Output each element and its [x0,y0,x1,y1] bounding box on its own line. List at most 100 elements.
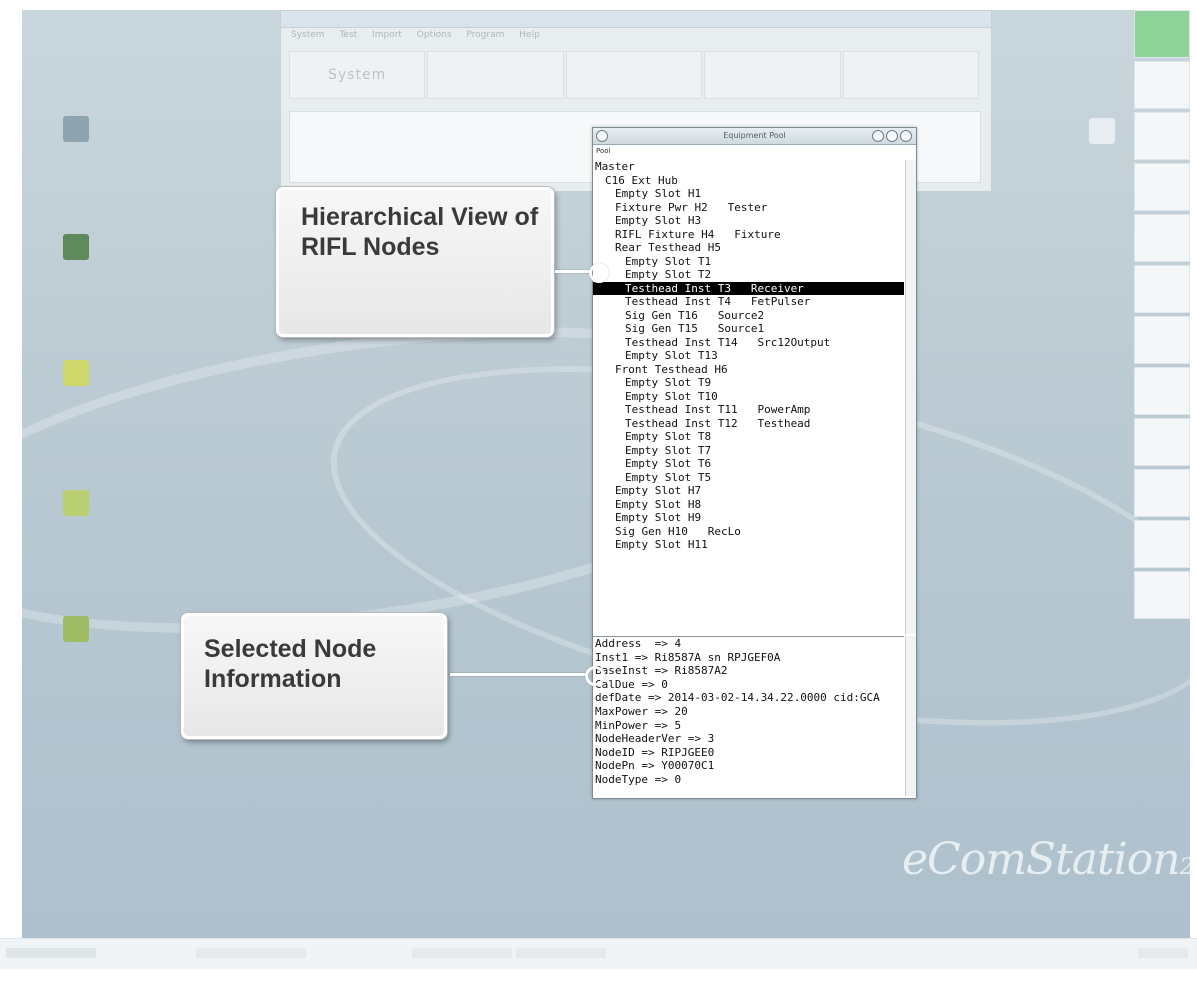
tree-node[interactable]: Empty Slot T8 [593,430,904,444]
tree-node[interactable]: Master [593,160,904,174]
tree-node[interactable]: Empty Slot T6 [593,457,904,471]
menu-options[interactable]: Options [417,30,452,40]
tree-node[interactable]: Sig Gen H10 RecLo [593,525,904,539]
callout-hierarchy-text: Hierarchical View of RIFL Nodes [301,203,539,261]
tree-node[interactable]: Front Testhead H6 [593,363,904,377]
side-button[interactable] [1134,418,1190,466]
tree-scrollbar[interactable] [905,160,916,634]
maximize-icon[interactable] [886,130,898,142]
info-row: CalDue => 0 [595,677,668,691]
tree-node[interactable]: Empty Slot T7 [593,444,904,458]
info-row: NodeHeaderVer => 3 [595,732,715,746]
tree-node[interactable]: Testhead Inst T14 Src12Output [593,336,904,350]
tree-node-selected[interactable]: Testhead Inst T3 Receiver [593,281,904,295]
screenshot-frame: System Test Import Options Program Help … [0,0,1197,998]
side-button[interactable] [1134,520,1190,568]
side-button[interactable] [1134,367,1190,415]
callout-selected: Selected Node Information [181,613,447,739]
tree-node[interactable]: Empty Slot H7 [593,484,904,498]
pool-menu[interactable]: Pool [593,145,916,158]
tree-node[interactable]: Empty Slot H9 [593,511,904,525]
tree-node[interactable]: Empty Slot T1 [593,255,904,269]
menu-help[interactable]: Help [519,30,540,40]
desktop-icon[interactable] [46,116,106,146]
tree-node[interactable]: RIFL Fixture H4 Fixture [593,228,904,242]
package-icon [63,490,89,516]
side-button[interactable] [1134,112,1190,160]
tree-node[interactable]: Empty Slot T13 [593,349,904,363]
brand-watermark: eComStation2 [902,834,1190,885]
tile[interactable] [565,51,703,99]
tree-node[interactable]: Testhead Inst T11 PowerAmp [593,403,904,417]
tile-row: System [289,51,980,99]
computer-icon [63,116,89,142]
taskbar [0,938,1197,969]
clock [1138,948,1188,958]
equipment-pool-titlebar[interactable]: Equipment Pool [593,128,916,145]
info-scrollbar[interactable] [905,636,916,796]
info-row: MaxPower => 20 [595,704,688,718]
tree-node[interactable]: Fixture Pwr H2 Tester [593,201,904,215]
desktop-icon[interactable] [46,490,106,520]
network-icon [63,616,89,642]
info-row: NodeID => RIPJGEE0 [595,745,715,759]
side-button[interactable] [1134,61,1190,109]
brand-name: eComStation [902,834,1181,885]
info-row: NodeType => 0 [595,772,682,786]
tree-node[interactable]: Testhead Inst T4 FetPulser [593,295,904,309]
info-row: defDate => 2014-03-02-14.34.22.0000 cid:… [595,691,880,705]
tree-node[interactable]: Empty Slot H8 [593,498,904,512]
tile[interactable] [842,51,980,99]
desktop-icon[interactable] [1072,118,1132,148]
side-button[interactable] [1134,10,1190,58]
menu-test[interactable]: Test [339,30,357,40]
side-button[interactable] [1134,163,1190,211]
tree-node[interactable]: Empty Slot T2 [593,268,904,282]
folder-icon [63,234,89,260]
system-menu-icon[interactable] [596,130,608,142]
tile[interactable] [704,51,841,99]
node-info-panel: Address => 4 Inst1 => Ri8587A sn RPJGEF0A… [593,636,904,797]
callout-anchor [585,666,605,686]
info-row: NodePn => Y00070C1 [595,759,715,773]
side-button[interactable] [1134,316,1190,364]
tree-node[interactable]: Empty Slot T9 [593,376,904,390]
main-window-titlebar[interactable] [281,11,991,28]
task-button[interactable] [412,948,512,958]
tree-node[interactable]: Rear Testhead H5 [593,241,904,255]
tile[interactable] [427,51,564,99]
task-button[interactable] [516,948,606,958]
tree-node[interactable]: Sig Gen T16 Source2 [593,309,904,323]
tree-node[interactable]: C16 Ext Hub [593,174,904,188]
close-icon[interactable] [900,130,912,142]
desktop-icon[interactable] [46,234,106,264]
info-row: Inst1 => Ri8587A sn RPJGEF0A [595,650,781,664]
side-button[interactable] [1134,571,1190,619]
side-button[interactable] [1134,265,1190,313]
callout-leader [555,270,591,273]
menu-program[interactable]: Program [466,30,504,40]
tree-node[interactable]: Empty Slot H11 [593,538,904,552]
menu-system[interactable]: System [291,30,325,40]
tree-node[interactable]: Empty Slot H1 [593,187,904,201]
side-button[interactable] [1134,214,1190,262]
tree-node[interactable]: Sig Gen T15 Source1 [593,322,904,336]
start-button[interactable] [6,948,96,958]
minimize-icon[interactable] [872,130,884,142]
tree-node[interactable]: Empty Slot T5 [593,471,904,485]
side-button[interactable] [1134,469,1190,517]
main-menu-bar: System Test Import Options Program Help [281,28,991,42]
node-tree[interactable]: Master C16 Ext Hub Empty Slot H1 Fixture Pw… [593,160,904,634]
desktop-icon[interactable] [46,616,106,646]
equipment-pool-window: Equipment Pool Pool Master C16 Ext Hub Emp… [592,127,917,799]
system-tile[interactable]: System [289,51,426,99]
info-row: Address => 4 [595,637,682,650]
tree-node[interactable]: Testhead Inst T12 Testhead [593,417,904,431]
tree-node[interactable]: Empty Slot T10 [593,390,904,404]
tree-node[interactable]: Empty Slot H3 [593,214,904,228]
shredder-icon [1089,118,1115,144]
tray-icons[interactable] [196,948,306,958]
menu-import[interactable]: Import [372,30,402,40]
info-row: BaseInst => Ri8587A2 [595,664,728,678]
desktop-icon[interactable] [46,360,106,390]
